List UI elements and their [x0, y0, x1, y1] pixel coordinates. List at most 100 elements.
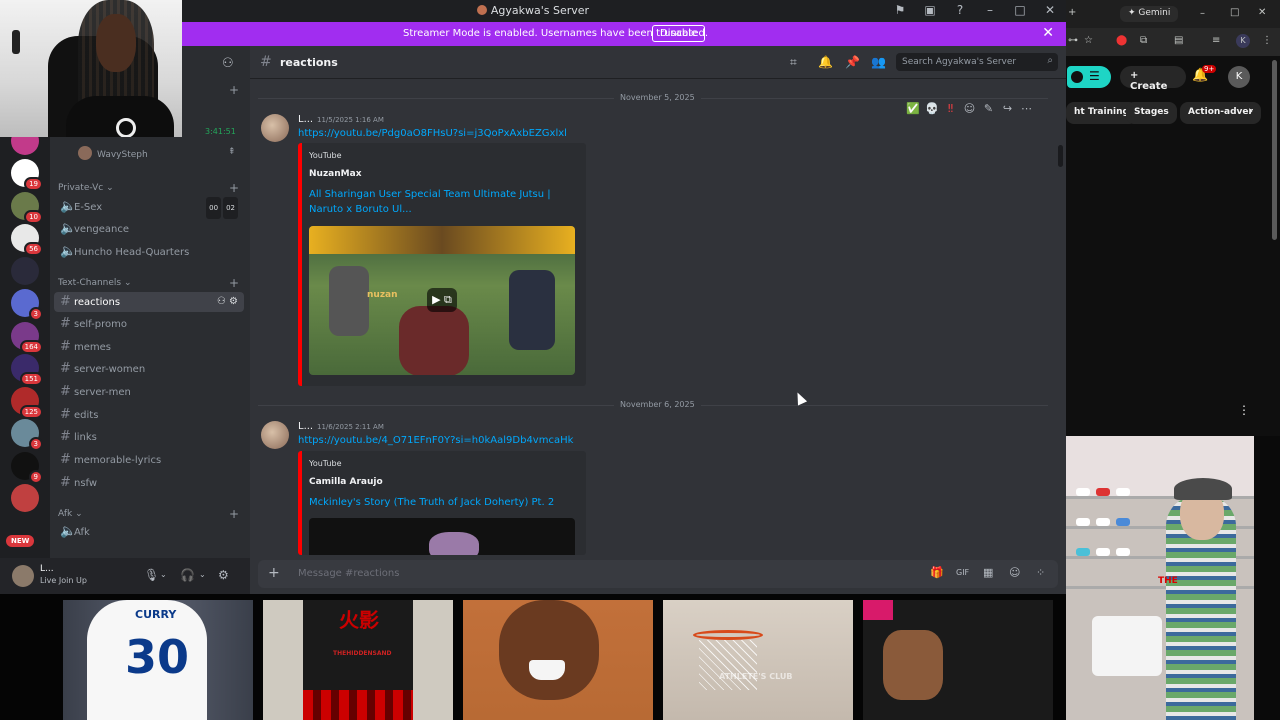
avatar[interactable]: K	[1228, 66, 1250, 88]
channel-nsfw[interactable]: # nsfw	[54, 473, 244, 493]
message-link[interactable]: https://youtu.be/Pdg0aO8FHsU?si=j3QoPxAx…	[298, 128, 567, 139]
minimize-button[interactable]: –	[982, 3, 998, 17]
new-tab-icon[interactable]: +	[1068, 7, 1076, 18]
video-player[interactable]: THE	[1066, 436, 1254, 720]
more-icon[interactable]: ⋯	[1020, 102, 1033, 115]
server-icon[interactable]: 56	[11, 224, 43, 256]
star-icon[interactable]: ☆	[1084, 35, 1093, 46]
apps-icon[interactable]: ⁘	[1036, 566, 1045, 579]
voice-channel-e-sex[interactable]: 🔈E-Sex 00 02	[54, 197, 244, 219]
gif-icon[interactable]: GIF	[956, 568, 969, 577]
edit-icon[interactable]: ✎	[982, 102, 995, 115]
voice-channel-huncho[interactable]: 🔈Huncho Head-Quarters	[54, 242, 244, 262]
message-link[interactable]: https://youtu.be/4_O71EFnF0Y?si=h0kAal9D…	[298, 435, 573, 446]
server-icon[interactable]: 125	[11, 386, 43, 419]
chevron-down-icon[interactable]: ⌄	[199, 570, 206, 579]
embed-title[interactable]: All Sharingan User Special Team Ultimate…	[309, 187, 579, 217]
server-icon[interactable]: 151	[11, 354, 43, 386]
extensions-icon[interactable]: ⧉	[1140, 35, 1147, 46]
thumbnail-anime[interactable]: 火影 THEHIDDENSAND	[263, 600, 453, 720]
chevron-down-icon[interactable]: ⌄	[160, 570, 167, 579]
settings-icon[interactable]: ⚙	[218, 568, 229, 582]
avatar[interactable]	[261, 114, 289, 142]
flag-icon[interactable]: ⚑	[892, 3, 908, 17]
thumbnail-hands[interactable]	[863, 600, 1053, 720]
voice-channel-vengeance[interactable]: 🔈vengeance	[54, 219, 244, 239]
avatar[interactable]	[261, 421, 289, 449]
add-reaction-icon[interactable]: ☺	[963, 102, 976, 115]
chevron-right-icon[interactable]: ›	[1248, 104, 1253, 119]
exclamation-reaction-icon[interactable]: ‼	[944, 102, 957, 115]
threads-icon[interactable]: ⌗	[790, 55, 797, 70]
close-button[interactable]: ✕	[1042, 3, 1058, 17]
scrollbar[interactable]	[1272, 60, 1277, 240]
gemini-button[interactable]: ✦ Gemini	[1120, 6, 1179, 22]
embed-provider[interactable]: YouTube	[309, 151, 342, 160]
channel-self-promo[interactable]: # self-promo	[54, 314, 244, 334]
site-info-icon[interactable]: ⊶	[1068, 35, 1078, 46]
voice-channel-afk[interactable]: 🔈Afk	[54, 522, 244, 542]
youtube-logo[interactable]: ☰	[1067, 66, 1111, 88]
embed-author[interactable]: NuzanMax	[309, 169, 362, 179]
channel-server-men[interactable]: # server-men	[54, 382, 244, 402]
avatar[interactable]	[12, 565, 34, 587]
video-thumbnail[interactable]	[309, 518, 575, 555]
more-icon[interactable]: ⋮	[1238, 403, 1250, 417]
attach-icon[interactable]: +	[268, 565, 280, 581]
voice-user[interactable]: WavySteph	[78, 146, 148, 160]
scrollbar[interactable]	[1058, 145, 1063, 167]
category-private-vc[interactable]: Private-Vc ⌄	[58, 183, 114, 193]
add-channel-icon[interactable]: +	[229, 181, 239, 195]
forward-icon[interactable]: ↪	[1001, 102, 1014, 115]
channel-memorable-lyrics[interactable]: # memorable-lyrics	[54, 450, 244, 470]
screen-share-icon[interactable]: ▣	[922, 3, 938, 17]
emoji-icon[interactable]: ☺	[1009, 566, 1020, 579]
disable-button[interactable]: Disable	[652, 25, 706, 42]
embed-author[interactable]: Camilla Araujo	[309, 477, 383, 487]
thumbnail-basketball[interactable]: CURRY 30	[63, 600, 253, 720]
invite-icon[interactable]: ⚇	[222, 56, 234, 71]
server-icon[interactable]: 3	[11, 289, 43, 321]
server-icon[interactable]: 19	[11, 159, 43, 191]
help-icon[interactable]: ?	[952, 3, 968, 17]
microphone-icon[interactable]: 🎙	[144, 568, 159, 582]
media-icon[interactable]: ▤	[1174, 35, 1183, 46]
server-icon[interactable]: 164	[11, 321, 43, 354]
close-banner-icon[interactable]: ✕	[1042, 25, 1054, 41]
video-thumbnail[interactable]: nuzan ▶ ⧉	[309, 226, 575, 375]
chip[interactable]: Stages	[1126, 102, 1177, 124]
create-button[interactable]: + Create	[1120, 66, 1186, 92]
add-channel-icon[interactable]: +	[229, 276, 239, 290]
server-icon[interactable]: 3	[11, 419, 43, 451]
server-icon[interactable]	[11, 256, 39, 285]
embed-title[interactable]: Mckinley's Story (The Truth of Jack Dohe…	[309, 495, 579, 510]
headphones-icon[interactable]: 🎧	[180, 568, 195, 582]
message-author[interactable]: L...	[298, 114, 313, 125]
maximize-button[interactable]: □	[1230, 7, 1239, 18]
channel-memes[interactable]: # memes	[54, 337, 244, 357]
channel-links[interactable]: # links	[54, 427, 244, 447]
bell-icon[interactable]: 🔔	[818, 55, 833, 69]
server-icon[interactable]	[11, 484, 39, 512]
embed-provider[interactable]: YouTube	[309, 459, 342, 468]
gift-icon[interactable]: 🎁	[930, 566, 944, 579]
add-channel-icon[interactable]: +	[229, 507, 239, 521]
profile-avatar[interactable]: K	[1236, 34, 1250, 48]
thumbnail-hoop[interactable]: ATHLETE'S CLUB	[663, 600, 853, 720]
minimize-button[interactable]: –	[1200, 8, 1205, 19]
menu-icon[interactable]: ⋮	[1262, 35, 1272, 46]
check-reaction-icon[interactable]: ✅	[906, 102, 920, 115]
maximize-button[interactable]: □	[1012, 3, 1028, 17]
sticker-icon[interactable]: ▦	[983, 566, 993, 579]
message-input[interactable]: Message #reactions	[298, 568, 399, 579]
channel-settings-icon[interactable]: ⚇ ⚙	[217, 292, 238, 312]
server-icon[interactable]: 10	[11, 191, 43, 224]
search-input[interactable]: Search Agyakwa's Server ⌕	[896, 53, 1058, 71]
message-author[interactable]: L...	[298, 421, 313, 432]
pin-icon[interactable]: 📌	[845, 55, 860, 69]
message-composer[interactable]: + Message #reactions 🎁 GIF ▦ ☺ ⁘	[258, 560, 1058, 588]
play-button[interactable]: ▶ ⧉	[427, 288, 457, 312]
thumbnail-face[interactable]	[463, 600, 653, 720]
category-text-channels[interactable]: Text-Channels ⌄	[58, 278, 132, 288]
channel-reactions[interactable]: # reactions ⚇ ⚙	[54, 292, 244, 312]
